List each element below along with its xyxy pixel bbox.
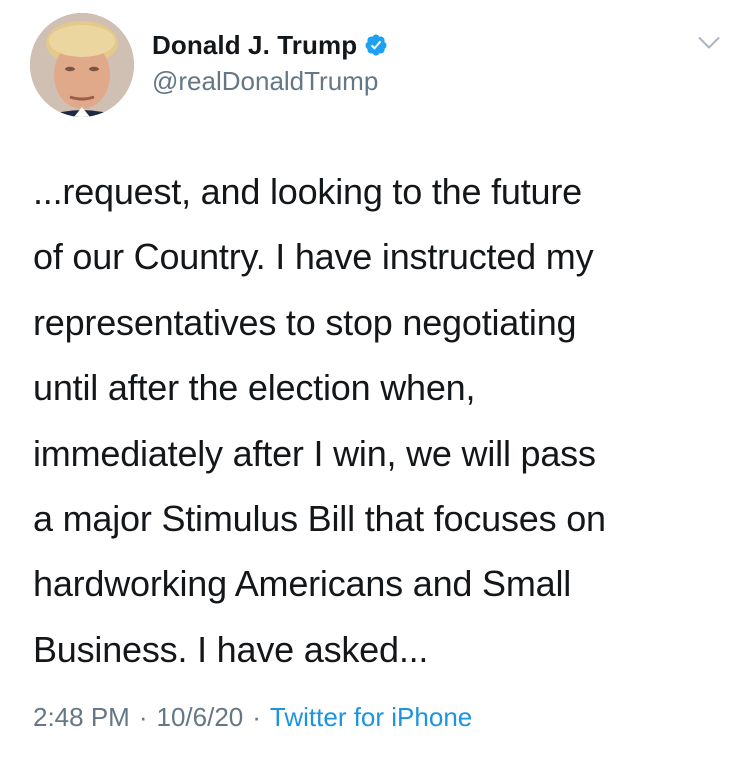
tweet-source-link[interactable]: Twitter for iPhone — [270, 702, 472, 733]
meta-separator: · — [138, 702, 148, 732]
tweet-body-text: ...request, and looking to the future of… — [33, 171, 606, 670]
meta-separator: · — [252, 702, 261, 732]
tweet-card: Donald J. Trump @realDonaldTrump ...requ… — [0, 0, 750, 758]
tweet-metadata: 2:48 PM · 10/6/20 · Twitter for iPhone — [33, 702, 472, 733]
author-info: Donald J. Trump @realDonaldTrump — [152, 28, 388, 97]
author-avatar[interactable] — [30, 13, 134, 117]
chevron-down-icon[interactable] — [698, 36, 720, 50]
avatar-photo-icon — [30, 13, 134, 117]
author-handle[interactable]: @realDonaldTrump — [152, 66, 388, 97]
tweet-time[interactable]: 2:48 PM — [33, 702, 130, 733]
author-display-name[interactable]: Donald J. Trump — [152, 30, 357, 61]
verified-badge-icon — [365, 34, 387, 56]
author-name-row: Donald J. Trump — [152, 28, 388, 62]
tweet-date[interactable]: 10/6/20 — [157, 702, 244, 733]
